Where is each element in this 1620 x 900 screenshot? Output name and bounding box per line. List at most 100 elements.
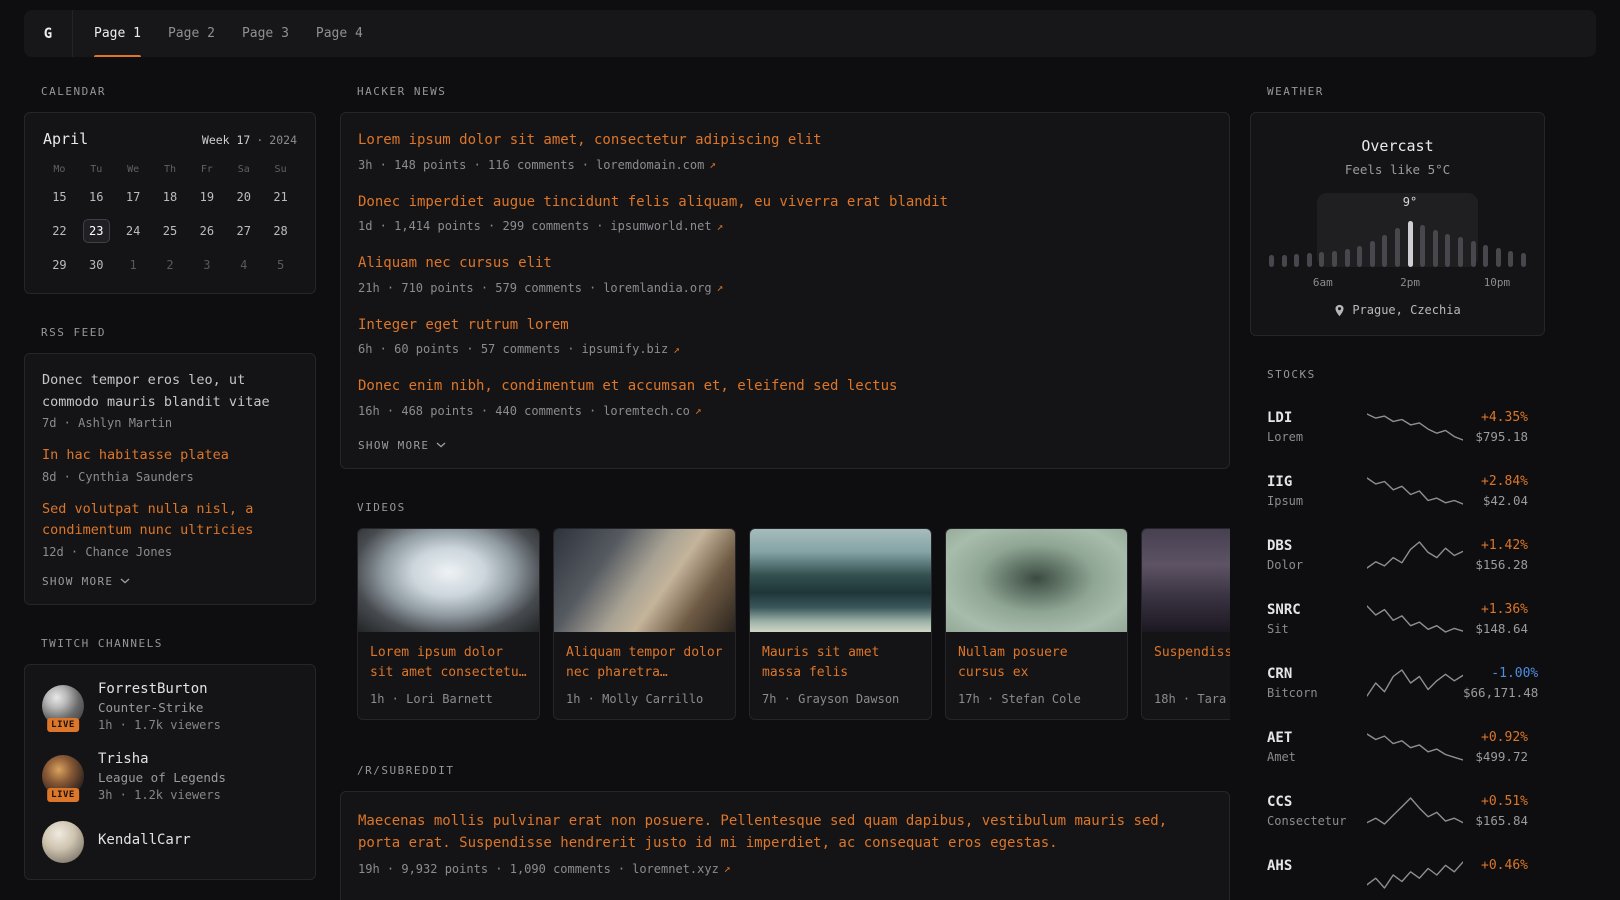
- dashboard-columns: CALENDAR April Week 17 · 2024 MoTuWeThFr…: [24, 85, 1596, 900]
- calendar-day[interactable]: 24: [120, 219, 147, 243]
- channel-name[interactable]: ForrestBurton: [98, 681, 221, 697]
- calendar-day[interactable]: 18: [156, 185, 183, 209]
- stocks-widget: STOCKS LDI Lorem +4.35% $795.18: [1250, 368, 1545, 900]
- calendar-header: April Week 17 · 2024: [41, 128, 299, 148]
- stock-change: +1.36%: [1463, 602, 1528, 617]
- rss-item-title[interactable]: In hac habitasse platea: [42, 445, 298, 467]
- hn-story-meta: 1d · 1,414 points · 299 comments · ipsum…: [358, 219, 1212, 233]
- video-card[interactable]: Nullam posuere cursus ex 17h · Stefan Co…: [945, 528, 1128, 720]
- stock-identity: AHS: [1267, 858, 1367, 892]
- rss-item-title[interactable]: Donec tempor eros leo, ut commodo mauris…: [42, 370, 298, 413]
- calendar-day[interactable]: 19: [193, 185, 220, 209]
- videos-widget-title: VIDEOS: [357, 501, 1230, 514]
- stock-row[interactable]: AET Amet +0.92% $499.72: [1267, 715, 1528, 779]
- video-thumbnail[interactable]: [358, 529, 539, 632]
- calendar-day[interactable]: 3: [193, 253, 220, 277]
- hn-story-title[interactable]: Lorem ipsum dolor sit amet, consectetur …: [358, 131, 1212, 151]
- calendar-day[interactable]: 26: [193, 219, 220, 243]
- hn-story-meta: 16h · 468 points · 440 comments · loremt…: [358, 404, 1212, 418]
- hn-show-more-button[interactable]: SHOW MORE: [358, 439, 446, 452]
- avatar: [42, 821, 84, 863]
- video-card[interactable]: Aliquam tempor dolor nec pharetra… 1h · …: [553, 528, 736, 720]
- stock-row[interactable]: LDI Lorem +4.35% $795.18: [1267, 395, 1528, 459]
- video-card[interactable]: Suspendisse diam 18h · Tara: [1141, 528, 1230, 720]
- middle-column: HACKER NEWS Lorem ipsum dolor sit amet, …: [340, 85, 1230, 900]
- video-title[interactable]: Suspendisse diam: [1154, 643, 1230, 684]
- reddit-post-domain-link[interactable]: loremnet.xyz ↗: [632, 862, 730, 876]
- calendar-day[interactable]: 20: [230, 185, 257, 209]
- channel-name[interactable]: Trisha: [98, 751, 226, 767]
- tab-page-3[interactable]: Page 3: [242, 10, 289, 57]
- twitch-channel[interactable]: LIVE ForrestBurton Counter-Strike 1h · 1…: [42, 681, 298, 732]
- hn-story-domain-link[interactable]: loremtech.co ↗: [603, 404, 701, 418]
- hn-story-domain-link[interactable]: ipsumify.biz ↗: [582, 342, 680, 356]
- hn-story-title[interactable]: Donec imperdiet augue tincidunt felis al…: [358, 193, 1212, 213]
- twitch-channel[interactable]: KendallCarr: [42, 821, 298, 863]
- calendar-day[interactable]: 2: [156, 253, 183, 277]
- stock-row[interactable]: CRN Bitcorn -1.00% $66,171.48: [1267, 651, 1528, 715]
- video-card[interactable]: Mauris sit amet massa felis 7h · Grayson…: [749, 528, 932, 720]
- weather-bar: [1471, 241, 1476, 267]
- rss-show-more-button[interactable]: SHOW MORE: [42, 575, 130, 588]
- channel-viewers: 3h · 1.2k viewers: [98, 788, 226, 802]
- tab-page-4[interactable]: Page 4: [316, 10, 363, 57]
- stock-row[interactable]: SNRC Sit +1.36% $148.64: [1267, 587, 1528, 651]
- right-column: WEATHER Overcast Feels like 5°C 9° 6am2p…: [1250, 85, 1545, 900]
- calendar-day[interactable]: 28: [267, 219, 294, 243]
- calendar-day[interactable]: 4: [230, 253, 257, 277]
- twitch-channel[interactable]: LIVE Trisha League of Legends 3h · 1.2k …: [42, 751, 298, 802]
- video-title[interactable]: Lorem ipsum dolor sit amet consectetu…: [370, 643, 527, 684]
- video-meta: 17h · Stefan Cole: [958, 692, 1115, 706]
- calendar-day[interactable]: 5: [267, 253, 294, 277]
- channel-name[interactable]: KendallCarr: [98, 832, 191, 848]
- hn-story-title[interactable]: Donec enim nibh, condimentum et accumsan…: [358, 377, 1212, 397]
- calendar-day[interactable]: 30: [83, 253, 110, 277]
- domain-text: loremnet.xyz: [632, 862, 719, 876]
- reddit-post-title[interactable]: Maecenas mollis pulvinar erat non posuer…: [358, 810, 1212, 855]
- calendar-day[interactable]: 27: [230, 219, 257, 243]
- video-title[interactable]: Mauris sit amet massa felis: [762, 643, 919, 684]
- rss-card: Donec tempor eros leo, ut commodo mauris…: [24, 353, 316, 605]
- weather-feels-like: Feels like 5°C: [1267, 162, 1528, 177]
- calendar-day[interactable]: 23: [83, 219, 110, 243]
- stock-symbol: AHS: [1267, 858, 1367, 874]
- stock-row[interactable]: DBS Dolor +1.42% $156.28: [1267, 523, 1528, 587]
- calendar-day[interactable]: 25: [156, 219, 183, 243]
- video-thumbnail[interactable]: [750, 529, 931, 632]
- stock-row[interactable]: CCS Consectetur +0.51% $165.84: [1267, 779, 1528, 843]
- stock-row[interactable]: IIG Ipsum +2.84% $42.04: [1267, 459, 1528, 523]
- calendar-day[interactable]: 21: [267, 185, 294, 209]
- stock-sparkline: [1367, 603, 1463, 635]
- video-thumbnail[interactable]: [554, 529, 735, 632]
- video-title[interactable]: Nullam posuere cursus ex: [958, 643, 1115, 684]
- calendar-day[interactable]: 1: [120, 253, 147, 277]
- calendar-day[interactable]: 22: [46, 219, 73, 243]
- dashboard-page: G Page 1 Page 2 Page 3 Page 4 CALENDAR A…: [0, 0, 1620, 900]
- stock-change: +1.42%: [1463, 538, 1528, 553]
- calendar-day[interactable]: 15: [46, 185, 73, 209]
- stocks-list: LDI Lorem +4.35% $795.18 IIG Ipsum: [1250, 395, 1545, 900]
- tab-page-2[interactable]: Page 2: [168, 10, 215, 57]
- hn-story-domain-link[interactable]: loremdomain.com ↗: [596, 158, 716, 172]
- video-card[interactable]: Lorem ipsum dolor sit amet consectetu… 1…: [357, 528, 540, 720]
- stock-row[interactable]: AHS +0.46%: [1267, 843, 1528, 900]
- rss-item: Donec tempor eros leo, ut commodo mauris…: [42, 370, 298, 430]
- calendar-weekday: Fr: [201, 164, 213, 175]
- hn-story-title[interactable]: Integer eget rutrum lorem: [358, 316, 1212, 336]
- hn-story-domain-link[interactable]: ipsumworld.net ↗: [610, 219, 723, 233]
- stock-name: Ipsum: [1267, 494, 1367, 508]
- rss-item-title[interactable]: Sed volutpat nulla nisl, a condimentum n…: [42, 499, 298, 542]
- calendar-month: April: [43, 130, 88, 148]
- calendar-day[interactable]: 16: [83, 185, 110, 209]
- calendar-day[interactable]: 17: [120, 185, 147, 209]
- tab-page-1[interactable]: Page 1: [94, 10, 141, 57]
- video-thumbnail[interactable]: [1142, 529, 1230, 632]
- hn-story: Aliquam nec cursus elit 21h · 710 points…: [358, 254, 1212, 295]
- hn-story-title[interactable]: Aliquam nec cursus elit: [358, 254, 1212, 274]
- hn-story-domain-link[interactable]: loremlandia.org ↗: [603, 281, 723, 295]
- video-title[interactable]: Aliquam tempor dolor nec pharetra…: [566, 643, 723, 684]
- weather-bar: [1483, 245, 1488, 267]
- app-logo[interactable]: G: [24, 10, 73, 57]
- calendar-day[interactable]: 29: [46, 253, 73, 277]
- video-thumbnail[interactable]: [946, 529, 1127, 632]
